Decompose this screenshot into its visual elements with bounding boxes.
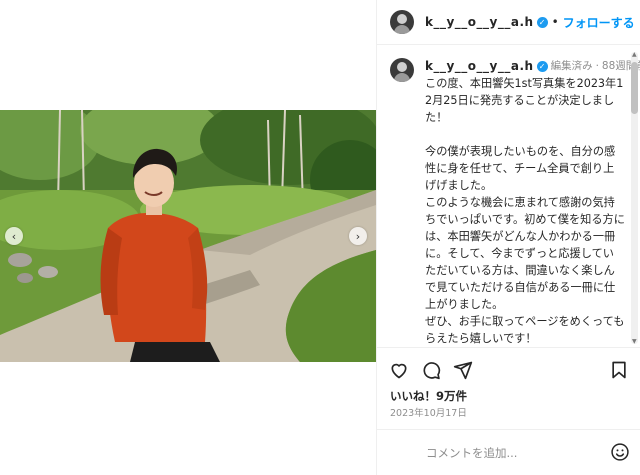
comment-input[interactable]: コメントを追加... bbox=[426, 445, 517, 461]
post-date[interactable]: 2023年10月17日 bbox=[390, 405, 467, 419]
chevron-right-icon: › bbox=[355, 229, 361, 243]
carousel-prev-button[interactable]: ‹ bbox=[5, 227, 23, 245]
post-side-panel: k__y__o__y__a.h ✓ • フォローする k__y__o__y__a… bbox=[376, 0, 640, 475]
heart-icon[interactable] bbox=[389, 360, 409, 380]
carousel-next-button[interactable]: › bbox=[349, 227, 367, 245]
caption-header: k__y__o__y__a.h ✓ 編集済み · 88週間前 bbox=[425, 58, 640, 75]
caption-section: k__y__o__y__a.h ✓ 編集済み · 88週間前 この度、本田響矢1… bbox=[377, 45, 640, 347]
caption-avatar[interactable] bbox=[390, 58, 414, 82]
comment-form: コメントを追加... bbox=[377, 429, 640, 475]
post-header: k__y__o__y__a.h ✓ • フォローする bbox=[377, 0, 640, 45]
emoji-icon[interactable] bbox=[610, 442, 630, 466]
caption-dot: · bbox=[595, 60, 599, 72]
caption-row: k__y__o__y__a.h ✓ 編集済み · 88週間前 この度、本田響矢1… bbox=[390, 58, 640, 347]
post-media: ‹ › bbox=[0, 0, 376, 475]
avatar[interactable] bbox=[390, 10, 414, 34]
caption-text: この度、本田響矢1st写真集を2023年12月25日に発売することが決定しました… bbox=[425, 77, 625, 345]
photo-image bbox=[0, 110, 376, 362]
comment-icon[interactable] bbox=[421, 360, 441, 380]
caption-username[interactable]: k__y__o__y__a.h bbox=[425, 58, 534, 75]
post-photo[interactable] bbox=[0, 110, 376, 362]
edited-label: 編集済み bbox=[550, 60, 593, 72]
follow-button[interactable]: フォローする bbox=[563, 14, 635, 31]
separator-dot: • bbox=[551, 15, 559, 29]
scroll-up-icon[interactable]: ▲ bbox=[632, 51, 637, 58]
comments-scrollbar[interactable]: ▲ ▼ bbox=[631, 51, 638, 345]
post-actions: いいね！9万件 2023年10月17日 コメントを追加... bbox=[377, 347, 640, 475]
verified-badge-icon: ✓ bbox=[536, 61, 548, 72]
verified-badge-icon: ✓ bbox=[536, 16, 548, 28]
likes-count[interactable]: いいね！9万件 bbox=[390, 388, 467, 404]
chevron-left-icon: ‹ bbox=[11, 229, 17, 243]
share-icon[interactable] bbox=[453, 360, 473, 380]
action-icons bbox=[389, 360, 473, 380]
bookmark-icon[interactable] bbox=[609, 360, 629, 380]
scrollbar-thumb[interactable] bbox=[631, 62, 638, 114]
scroll-down-icon[interactable]: ▼ bbox=[632, 338, 637, 345]
header-username[interactable]: k__y__o__y__a.h bbox=[425, 15, 534, 29]
caption-body: k__y__o__y__a.h ✓ 編集済み · 88週間前 この度、本田響矢1… bbox=[425, 58, 640, 347]
